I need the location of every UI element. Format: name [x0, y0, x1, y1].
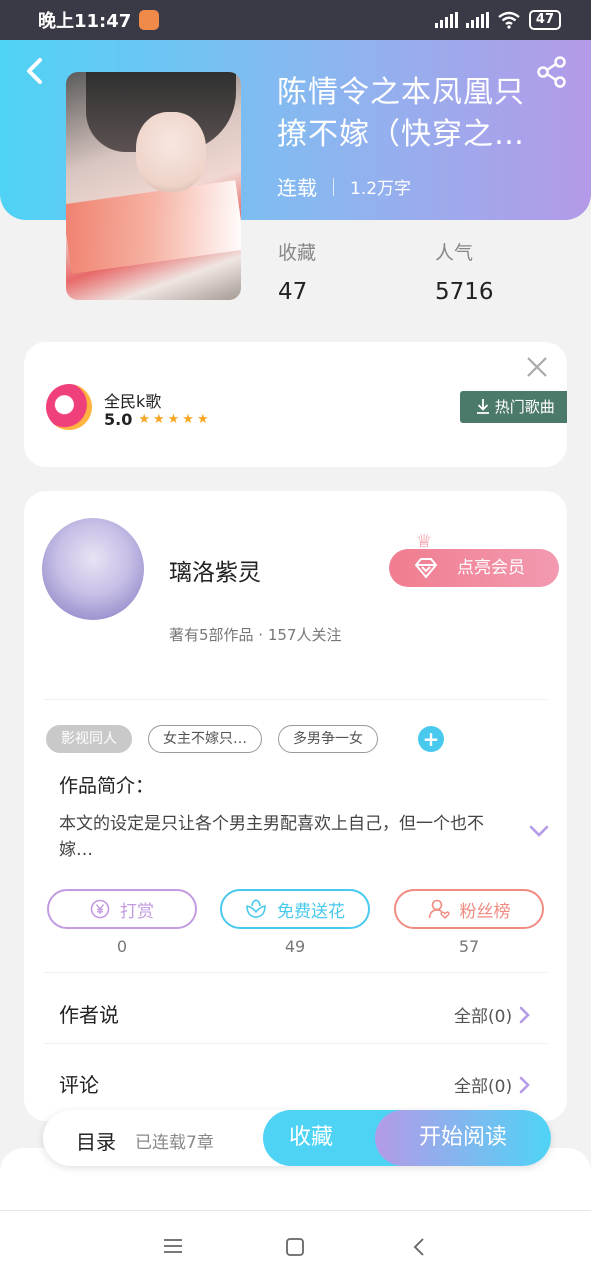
tag-item[interactable]: 影视同人 — [46, 725, 132, 753]
download-icon — [477, 399, 489, 414]
author-info: 著有5部作品 · 157人关注 — [169, 626, 342, 644]
wifi-icon — [498, 11, 520, 29]
comments-count: 全部(0) — [454, 1077, 513, 1097]
star-rating-icon: ★★★★★ — [138, 412, 212, 427]
vip-label: 点亮会员 — [457, 558, 525, 578]
author-says-all-link[interactable]: 全部(0) — [454, 1002, 530, 1027]
chevron-right-icon — [519, 1006, 530, 1023]
add-tag-button[interactable]: + — [418, 726, 444, 752]
fan-ranking-button[interactable]: 粉丝榜 — [394, 889, 544, 929]
stat-popularity: 人气 5716 — [435, 238, 494, 305]
app-notification-icon — [139, 10, 160, 30]
share-icon — [537, 56, 566, 88]
ad-rating-value: 5.0 — [104, 410, 133, 429]
author-avatar[interactable] — [42, 518, 144, 620]
stat-value: 47 — [278, 279, 308, 305]
chapter-count[interactable]: 已连载7章 — [135, 1128, 214, 1153]
author-says-count: 全部(0) — [454, 1007, 513, 1027]
signal-icon — [434, 12, 458, 28]
crown-icon: ♕ — [416, 531, 433, 552]
ad-card[interactable]: 全民k歌 5.0 ★★★★★ 热门歌曲 — [24, 342, 567, 467]
back-button[interactable] — [20, 54, 50, 88]
book-status: 连载 — [277, 176, 317, 200]
book-meta: 连载 1.2万字 — [277, 172, 411, 201]
stat-favorites: 收藏 47 — [278, 238, 316, 305]
tag-item[interactable]: 多男争一女 — [278, 725, 378, 753]
tag-item[interactable]: 女主不嫁只… — [148, 725, 262, 753]
system-nav-bar — [0, 1210, 591, 1280]
toc-button[interactable]: 目录 — [76, 1126, 116, 1155]
intro-text: 本文的设定是只让各个男主男配喜欢上自己，但一个也不嫁… — [59, 814, 484, 860]
chevron-right-icon — [519, 1076, 530, 1093]
ad-rating: 5.0 ★★★★★ — [104, 410, 212, 429]
divider — [44, 699, 547, 700]
ad-app-name: 全民k歌 — [104, 392, 162, 411]
book-detail-card: 璃洛紫灵 著有5部作品 · 157人关注 点亮会员 ♕ 影视同人 女主不嫁只… … — [24, 491, 567, 1121]
flower-count: 49 — [284, 937, 306, 956]
start-reading-label: 开始阅读 — [418, 1125, 507, 1150]
ad-app-logo — [46, 384, 92, 430]
fan-count: 57 — [458, 937, 480, 956]
send-flower-button[interactable]: 免费送花 — [220, 889, 370, 929]
fan-ranking-label: 粉丝榜 — [459, 901, 511, 922]
flower-icon — [246, 899, 266, 918]
favorites-label: 收藏 — [289, 1125, 334, 1150]
battery-icon: 47 — [528, 10, 561, 30]
ad-button-label: 热门歌曲 — [494, 398, 555, 416]
divider — [44, 1043, 547, 1044]
author-says-label: 作者说 — [59, 1003, 119, 1027]
stat-value: 5716 — [435, 279, 494, 305]
status-icons: 47 — [434, 10, 561, 30]
back-nav-icon[interactable] — [410, 1236, 428, 1258]
author-name[interactable]: 璃洛紫灵 — [169, 553, 261, 587]
share-button[interactable] — [536, 56, 568, 88]
ad-close-button[interactable] — [524, 354, 550, 380]
stat-label: 收藏 — [278, 242, 317, 264]
intro-label: 作品简介： — [59, 775, 155, 797]
reward-button[interactable]: 打赏 — [47, 889, 197, 929]
ad-download-button[interactable]: 热门歌曲 — [460, 391, 567, 423]
menu-icon[interactable] — [162, 1237, 184, 1255]
tag-list: 影视同人 女主不嫁只… 多男争一女 + — [46, 725, 444, 753]
reward-count: 0 — [116, 937, 128, 956]
diamond-icon — [414, 558, 438, 579]
status-bar: 晚上11:47 47 — [0, 0, 591, 40]
divider — [44, 972, 547, 973]
comments-all-link[interactable]: 全部(0) — [454, 1072, 530, 1097]
book-word-count: 1.2万字 — [350, 179, 412, 199]
start-reading-button[interactable]: 开始阅读 — [375, 1110, 551, 1166]
close-icon — [527, 357, 547, 377]
signal-icon-2 — [465, 12, 489, 28]
comments-label: 评论 — [59, 1073, 99, 1097]
bottom-action-bar: 目录 已连载7章 收藏 开始阅读 — [43, 1110, 551, 1166]
yen-coin-icon — [90, 899, 110, 919]
book-cover[interactable] — [66, 72, 241, 300]
fan-user-icon — [428, 899, 450, 919]
book-title: 陈情令之本凤凰只撩不嫁（快穿之… — [277, 75, 525, 152]
reward-label: 打赏 — [120, 901, 154, 922]
status-time: 晚上11:47 — [38, 11, 132, 32]
chevron-down-icon[interactable] — [529, 824, 549, 838]
stat-label: 人气 — [435, 242, 474, 264]
meta-divider — [333, 177, 334, 196]
home-icon[interactable] — [285, 1237, 305, 1257]
send-flower-label: 免费送花 — [277, 901, 345, 922]
back-arrow-icon — [27, 58, 42, 84]
